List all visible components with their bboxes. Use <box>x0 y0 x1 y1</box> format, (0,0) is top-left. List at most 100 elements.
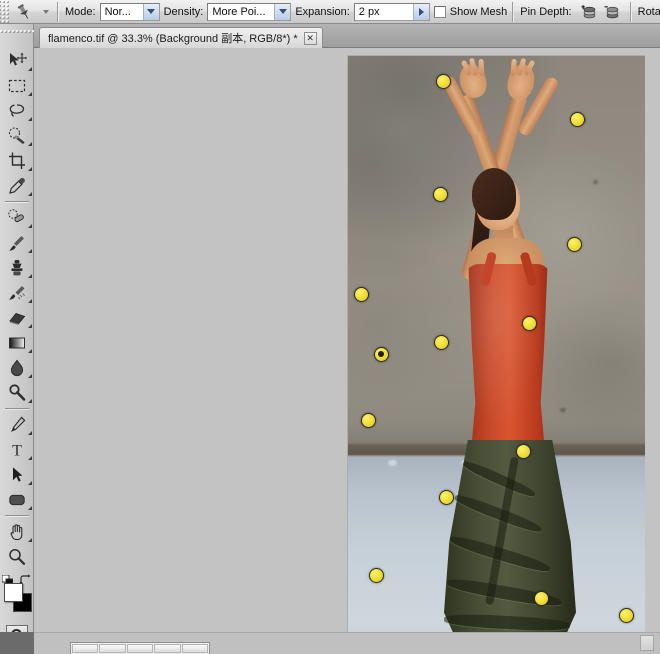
puppet-pin[interactable] <box>433 334 449 350</box>
brush-tool[interactable] <box>0 230 34 255</box>
expansion-value: 2 px <box>358 5 380 18</box>
expansion-slider-arrow-icon[interactable] <box>412 3 429 20</box>
pin-depth-backward-icon[interactable] <box>602 2 622 22</box>
flyout-triangle-icon[interactable] <box>28 142 32 146</box>
rotate-label: Rotate: <box>637 5 660 18</box>
rectangular-marquee-tool[interactable] <box>0 73 34 98</box>
panel-button[interactable] <box>126 644 154 653</box>
blur-tool[interactable] <box>0 355 34 380</box>
expansion-input[interactable]: 2 px <box>353 2 430 21</box>
mode-select[interactable]: Nor... <box>99 2 160 21</box>
tool-preset-chevron-down-icon[interactable] <box>39 1 52 23</box>
options-divider-3 <box>629 1 631 22</box>
horizontal-type-tool[interactable]: T <box>0 437 34 462</box>
canvas-area[interactable] <box>34 48 660 654</box>
flyout-triangle-icon[interactable] <box>28 274 32 278</box>
quick-selection-tool[interactable] <box>0 123 34 148</box>
flyout-triangle-icon[interactable] <box>28 374 32 378</box>
clone-stamp-tool[interactable] <box>0 255 34 280</box>
history-brush-tool[interactable] <box>0 280 34 305</box>
flyout-triangle-icon[interactable] <box>28 324 32 328</box>
flyout-triangle-icon[interactable] <box>28 431 32 435</box>
puppet-pin[interactable] <box>515 443 531 459</box>
puppet-pin[interactable] <box>432 186 448 202</box>
puppet-pin[interactable] <box>438 489 454 505</box>
foreground-color-swatch[interactable] <box>4 583 23 602</box>
pushpin-icon[interactable] <box>9 1 39 23</box>
spot-healing-brush-tool[interactable] <box>0 205 34 230</box>
puppet-pin[interactable] <box>569 111 585 127</box>
panel-button[interactable] <box>72 644 99 653</box>
puppet-pin[interactable] <box>435 73 451 89</box>
svg-text:T: T <box>12 442 22 459</box>
pen-tool[interactable] <box>0 412 34 437</box>
flyout-triangle-icon[interactable] <box>28 224 32 228</box>
flyout-triangle-icon[interactable] <box>28 399 32 403</box>
puppet-pin[interactable] <box>566 236 582 252</box>
flyout-triangle-icon[interactable] <box>28 456 32 460</box>
path-selection-tool[interactable] <box>0 462 34 487</box>
document-tab[interactable]: flamenco.tif @ 33.3% (Background 副本, RGB… <box>39 27 323 48</box>
panel-button[interactable] <box>154 644 181 653</box>
color-swatches <box>0 573 34 619</box>
toolbox-footer <box>0 632 34 654</box>
puppet-pin[interactable] <box>533 590 549 606</box>
flyout-triangle-icon[interactable] <box>28 117 32 121</box>
puppet-pin[interactable] <box>360 412 376 428</box>
puppet-pin[interactable] <box>618 607 634 623</box>
options-divider-2 <box>512 1 514 22</box>
rounded-rectangle-tool[interactable] <box>0 487 34 512</box>
puppet-pin[interactable] <box>521 315 537 331</box>
panel-button-strip[interactable] <box>70 642 210 654</box>
show-mesh-checkbox-box[interactable] <box>433 5 446 18</box>
flyout-triangle-icon[interactable] <box>28 349 32 353</box>
flyout-triangle-icon[interactable] <box>28 538 32 542</box>
document-tab-title: flamenco.tif @ 33.3% (Background 副本, RGB… <box>48 33 298 45</box>
puppet-pin[interactable] <box>368 567 384 583</box>
panel-button[interactable] <box>99 644 126 653</box>
flyout-triangle-icon[interactable] <box>28 92 32 96</box>
crop-tool[interactable] <box>0 148 34 173</box>
pin-depth-forward-icon[interactable] <box>579 2 599 22</box>
flyout-triangle-icon[interactable] <box>28 67 32 71</box>
mode-chevron-down-icon[interactable] <box>142 3 159 20</box>
toolbox: T <box>0 24 34 643</box>
mode-value: Nor... <box>104 5 131 18</box>
eyedropper-tool[interactable] <box>0 173 34 198</box>
canvas-right-gutter <box>645 48 660 654</box>
hand-tool[interactable] <box>0 519 34 544</box>
density-chevron-down-icon[interactable] <box>274 3 291 20</box>
zoom-tool[interactable] <box>0 544 34 569</box>
puppet-pin-selected[interactable] <box>373 346 389 362</box>
panel-button[interactable] <box>181 644 209 653</box>
flyout-triangle-icon[interactable] <box>28 299 32 303</box>
toolbox-gripper[interactable] <box>0 24 34 46</box>
flyout-triangle-icon[interactable] <box>28 167 32 171</box>
options-bar: Mode: Nor... Density: More Poi... Expans… <box>0 0 660 24</box>
panel-collapse-nub[interactable] <box>640 635 654 651</box>
density-select[interactable]: More Poi... <box>207 2 292 21</box>
red-tank-top <box>468 264 548 442</box>
gradient-tool[interactable] <box>0 330 34 355</box>
photoshop-window: Mode: Nor... Density: More Poi... Expans… <box>0 0 660 654</box>
pin-depth-controls <box>576 2 625 22</box>
flyout-triangle-icon[interactable] <box>28 249 32 253</box>
density-value: More Poi... <box>212 5 266 18</box>
show-mesh-checkbox[interactable]: Show Mesh <box>432 5 508 18</box>
move-tool[interactable] <box>0 48 34 73</box>
toolbox-divider-3 <box>4 515 29 516</box>
flyout-triangle-icon[interactable] <box>28 506 32 510</box>
dodge-tool[interactable] <box>0 380 34 405</box>
density-label: Density: <box>163 5 204 18</box>
toolbox-divider <box>4 201 29 202</box>
eraser-tool[interactable] <box>0 305 34 330</box>
puppet-pin[interactable] <box>353 286 369 302</box>
options-bar-gripper[interactable] <box>0 0 9 23</box>
lasso-tool[interactable] <box>0 98 34 123</box>
show-mesh-label: Show Mesh <box>449 5 508 18</box>
close-icon[interactable]: ✕ <box>303 31 317 45</box>
flyout-triangle-icon[interactable] <box>28 481 32 485</box>
options-divider <box>57 1 58 22</box>
flyout-triangle-icon[interactable] <box>28 192 32 196</box>
document-canvas[interactable] <box>348 56 645 646</box>
